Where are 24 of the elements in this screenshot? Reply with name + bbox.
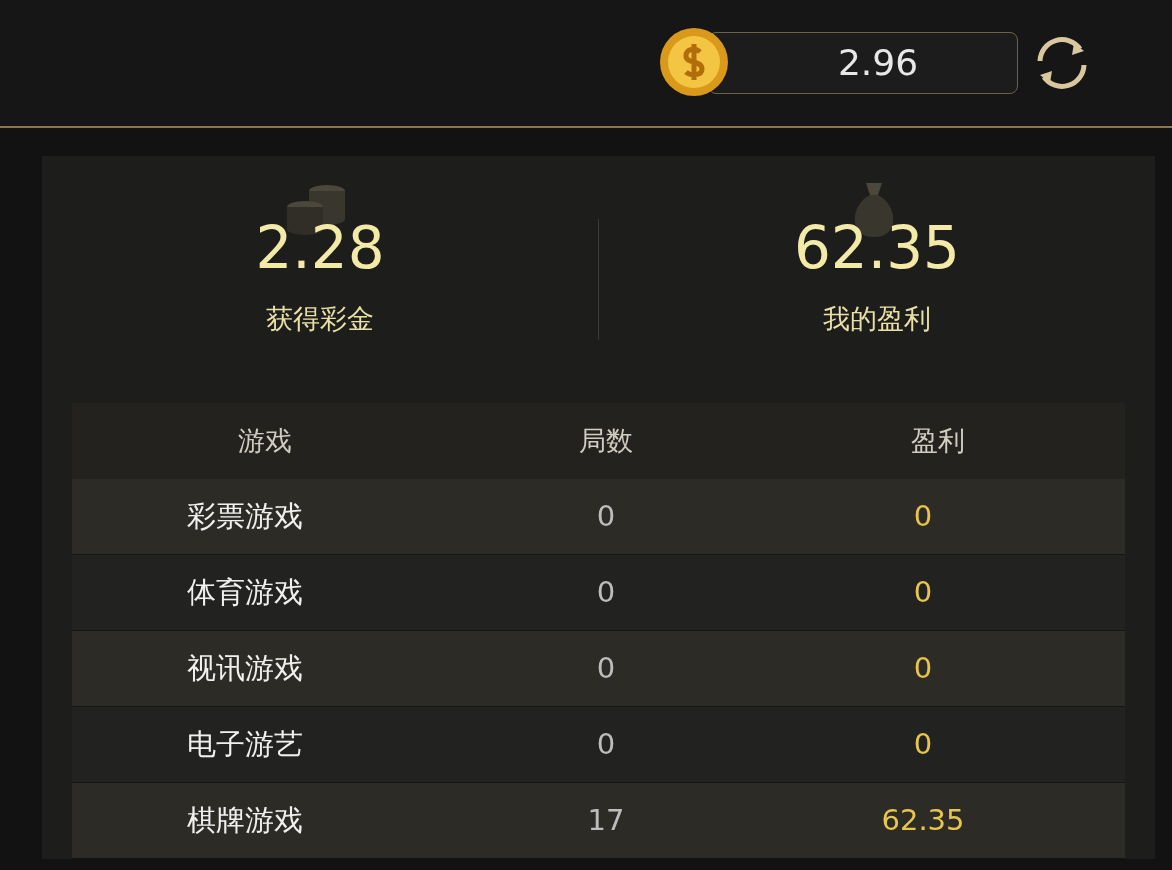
table-cell-text: 棋牌游戏 [187, 801, 303, 839]
stat-value: 62.35 [793, 219, 960, 278]
table-cell-text: 视讯游戏 [187, 649, 303, 687]
table-cell-text: 62.35 [881, 801, 965, 839]
coin-icon [658, 26, 730, 98]
table-cell-text: 0 [913, 649, 933, 687]
table-cell-text: 0 [596, 497, 616, 535]
stat-value: 2.28 [255, 219, 385, 278]
table-cell-text: 0 [913, 573, 933, 611]
table-cell-text: 体育游戏 [187, 573, 303, 611]
table-cell-text: 17 [587, 801, 625, 839]
column-header: 游戏 [238, 423, 292, 458]
table-cell-text: 0 [913, 497, 933, 535]
table-cell-text: 0 [596, 649, 616, 687]
table-cell-text: 电子游艺 [187, 725, 303, 763]
balance-value: 2.96 [836, 41, 919, 85]
table-cell-text: 0 [596, 725, 616, 763]
stat-label: 我的盈利 [823, 302, 931, 337]
column-header: 盈利 [911, 423, 965, 458]
column-header: 局数 [579, 423, 633, 458]
stat-label: 获得彩金 [266, 302, 374, 337]
table-cell-text: 0 [913, 725, 933, 763]
table-cell-text: 彩票游戏 [187, 497, 303, 535]
table-cell-text: 0 [596, 573, 616, 611]
